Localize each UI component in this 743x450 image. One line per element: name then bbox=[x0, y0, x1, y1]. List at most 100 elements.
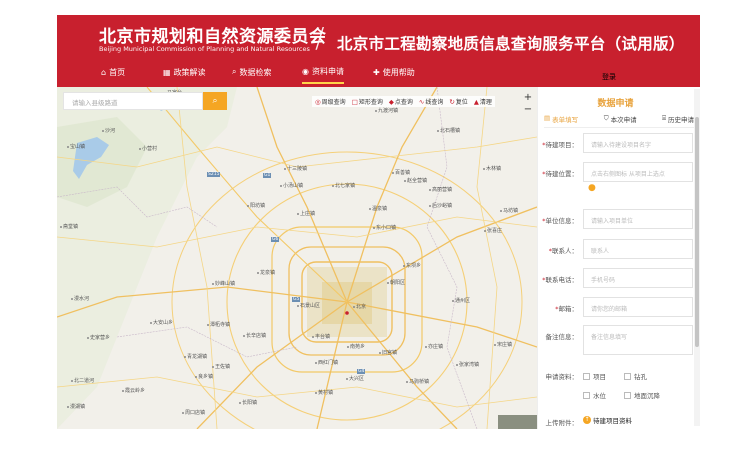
app-window: 北京市规划和自然资源委员会 Beijing Municipal Commissi… bbox=[57, 15, 700, 429]
login-link[interactable]: 登录 bbox=[602, 72, 616, 82]
brand-name-en: Beijing Municipal Commission of Planning… bbox=[99, 45, 310, 53]
checkbox-box[interactable] bbox=[583, 391, 590, 399]
map-label: 妙峰山镇 bbox=[212, 280, 235, 287]
map-label: 木林镇 bbox=[483, 165, 501, 172]
tool-clear[interactable]: ▲ 清理 bbox=[473, 97, 492, 107]
help-icon: ✚ bbox=[373, 67, 380, 77]
scrollbar-thumb[interactable] bbox=[695, 117, 699, 347]
map-label: 龙泉镇 bbox=[257, 269, 275, 276]
zoom-out-button[interactable]: − bbox=[522, 104, 534, 116]
zoom-in-button[interactable]: + bbox=[522, 92, 534, 104]
tool-label: 线查询 bbox=[425, 99, 444, 106]
map-label: 南苑乡 bbox=[347, 343, 365, 350]
nav-item-home[interactable]: ⌂ 首页 bbox=[101, 60, 125, 84]
contact-input[interactable]: 联系人 bbox=[583, 239, 693, 259]
map-label: 漫湖镇 bbox=[67, 403, 85, 410]
map-label: 斋堂镇 bbox=[60, 223, 78, 230]
checkbox-box[interactable] bbox=[624, 391, 631, 399]
nav-item-data-search[interactable]: ⌕ 数据检索 bbox=[232, 60, 271, 84]
tool-circle-query[interactable]: ◎ 周级查询 bbox=[315, 97, 346, 107]
map-view[interactable]: 马家台 九渡河镇 沙河 宝山镇 小营村 北石槽镇 十三陵镇 百善镇 小汤山镇 北… bbox=[57, 87, 537, 429]
nav-item-label: 使用帮助 bbox=[382, 67, 415, 77]
tool-reset[interactable]: ↻ 复位 bbox=[449, 97, 468, 107]
location-icon: ◉ bbox=[302, 66, 309, 76]
checkbox-water-level[interactable]: 水位 bbox=[583, 390, 606, 400]
tool-point-query[interactable]: ◆ 点查询 bbox=[389, 97, 413, 107]
nav-item-label: 数据检索 bbox=[239, 67, 272, 77]
email-input[interactable]: 请你您的邮箱 bbox=[583, 297, 693, 317]
road-tag: S215 bbox=[207, 172, 221, 177]
field-remark: 备注信息： 备注信息填写 bbox=[538, 325, 693, 355]
map-label: 上庄镇 bbox=[297, 210, 315, 217]
map-label: 宋庄镇 bbox=[494, 341, 512, 348]
map-label: 霞云岭乡 bbox=[122, 387, 145, 394]
field-email: *邮箱： 请你您的邮箱 bbox=[538, 297, 693, 319]
company-input[interactable]: 请输入项目单位 bbox=[583, 209, 693, 229]
panel-scrollbar[interactable] bbox=[694, 89, 700, 426]
map-label: 西红门镇 bbox=[315, 359, 338, 366]
search-icon: ⌕ bbox=[212, 96, 218, 106]
field-label: *待建项目： bbox=[542, 141, 578, 149]
apply-panel: 数据申请 ▤ 表单填写 ⛉ 本次申请 ⌸ 历史申请 *待建项目： 请输入待建设项目名字… bbox=[537, 87, 700, 429]
tab-form[interactable]: ▤ 表单填写 bbox=[544, 114, 578, 124]
cart-icon: ⛉ bbox=[603, 114, 609, 122]
field-label: 备注信息： bbox=[545, 333, 579, 341]
map-label: 长辛店镇 bbox=[243, 332, 266, 339]
tab-label: 表单填写 bbox=[552, 116, 579, 124]
nav-item-data-apply[interactable]: ◉ 资料申请 bbox=[302, 60, 344, 84]
location-input[interactable]: 点击右侧图标 从项目上选点 bbox=[583, 162, 693, 182]
map-label: 朝阳区 bbox=[387, 279, 405, 286]
panel-title: 数据申请 bbox=[597, 99, 634, 109]
nav-item-label: 政策解读 bbox=[173, 67, 206, 77]
platform-title: 北京市工程勘察地质信息查询服务平台（试用版） bbox=[337, 35, 685, 53]
form-icon: ▤ bbox=[544, 114, 551, 122]
field-project: *待建项目： 请输入待建设项目名字 bbox=[538, 133, 693, 155]
road-tag: G4 bbox=[357, 369, 366, 374]
tool-label: 矩形查询 bbox=[358, 99, 383, 106]
tab-current-apply[interactable]: ⛉ 本次申请 bbox=[604, 114, 637, 124]
checkbox-project[interactable]: 项目 bbox=[583, 371, 606, 381]
clear-icon: ▲ bbox=[473, 97, 479, 106]
tab-history[interactable]: ⌸ 历史申请 bbox=[662, 114, 694, 124]
checkbox-borehole[interactable]: 钻孔 bbox=[624, 371, 647, 381]
tool-line-query[interactable]: ∿ 线查询 bbox=[419, 97, 444, 107]
map-label: 九渡河镇 bbox=[375, 107, 398, 114]
map-search-button[interactable]: ⌕ bbox=[203, 92, 227, 110]
checkbox-box[interactable] bbox=[583, 372, 590, 380]
map-label: 赵全营镇 bbox=[404, 177, 427, 184]
nav-item-help[interactable]: ✚ 使用帮助 bbox=[373, 60, 415, 84]
checkbox-subsidence[interactable]: 地面沉降 bbox=[624, 390, 660, 400]
field-label: *联系人： bbox=[548, 247, 578, 255]
field-location: *待建位置： 点击右侧图标 从项目上选点 bbox=[538, 162, 693, 184]
map-label: 东坝乡 bbox=[403, 262, 421, 269]
nav-item-policy[interactable]: ▦ 政策解读 bbox=[163, 60, 206, 84]
phone-input[interactable]: 手机号码 bbox=[583, 268, 693, 288]
map-label: 黄村镇 bbox=[315, 389, 333, 396]
pick-location-icon[interactable]: ● bbox=[588, 183, 596, 193]
upload-icon: ↑ bbox=[583, 416, 591, 424]
upload-button[interactable]: ↑ 待建项目资料 bbox=[583, 415, 632, 425]
home-icon: ⌂ bbox=[101, 67, 107, 77]
checkbox-box[interactable] bbox=[624, 372, 631, 380]
field-phone: *联系电话： 手机号码 bbox=[538, 268, 693, 290]
field-label: *邮箱： bbox=[555, 305, 578, 313]
map-label: 王佐镇 bbox=[212, 363, 230, 370]
road-tag: G5 bbox=[292, 297, 301, 302]
map-search-input[interactable]: 请输入县级路道 bbox=[63, 92, 203, 110]
project-input[interactable]: 请输入待建设项目名字 bbox=[583, 133, 693, 153]
map-label: 宝山镇 bbox=[67, 143, 85, 150]
map-label: 长阳镇 bbox=[239, 399, 257, 406]
map-toolbar: ◎ 周级查询 □ 矩形查询 ◆ 点查询 ∿ 线查询 ↻ 复位 ▲ 清理 bbox=[312, 96, 495, 107]
map-label: 张家湾镇 bbox=[456, 361, 479, 368]
map-thumbnail[interactable] bbox=[498, 415, 537, 429]
search-icon: ⌕ bbox=[232, 67, 237, 76]
remark-input[interactable]: 备注信息填写 bbox=[583, 325, 693, 355]
tool-rect-query[interactable]: □ 矩形查询 bbox=[352, 97, 383, 107]
tool-label: 复位 bbox=[455, 99, 468, 106]
map-label: 沙河 bbox=[102, 127, 115, 134]
tool-label: 点查询 bbox=[394, 99, 413, 106]
upload-label: 上传附件： bbox=[545, 419, 579, 427]
map-label: 青龙湖镇 bbox=[184, 353, 207, 360]
grid-icon: ▦ bbox=[163, 67, 171, 77]
map-label: 大安山乡 bbox=[150, 319, 173, 326]
